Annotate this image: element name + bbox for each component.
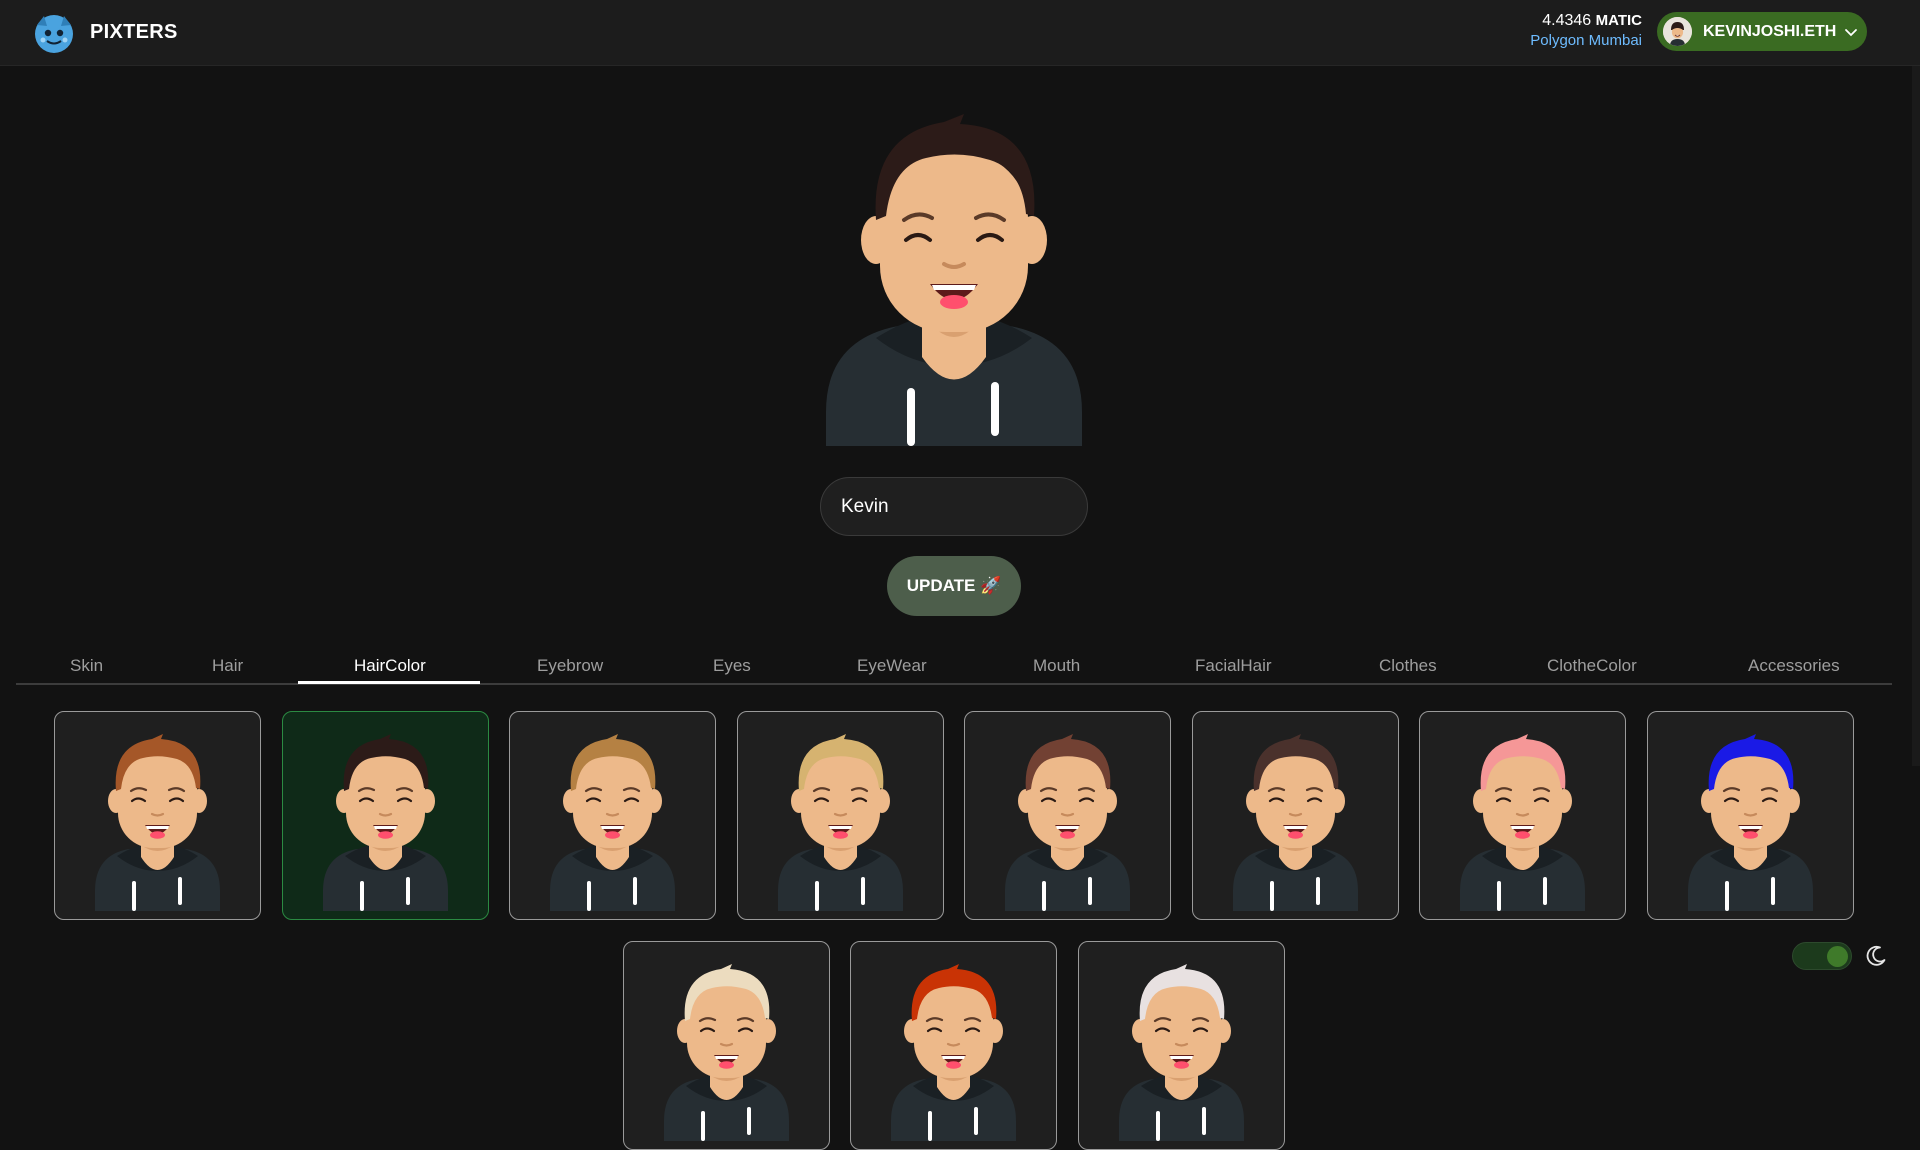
avatar (1663, 17, 1692, 46)
hair-color-option[interactable] (1419, 711, 1626, 920)
active-tab-indicator (298, 681, 480, 684)
hair-color-option[interactable] (1192, 711, 1399, 920)
hair-color-option[interactable] (850, 941, 1057, 1150)
top-navigation-bar: PIXTERS 4.4346 MATIC Polygon Mumbai KEVI… (0, 0, 1920, 66)
balance-currency: MATIC (1595, 12, 1642, 29)
page-scrollbar[interactable] (1912, 66, 1920, 766)
avatar-preview (826, 114, 1082, 446)
avatar-thumbnail (664, 964, 789, 1141)
hair-color-option[interactable] (964, 711, 1171, 920)
tab-eyewear[interactable]: EyeWear (857, 656, 927, 676)
avatar-thumbnail (323, 734, 448, 911)
tab-clothe-color[interactable]: ClotheColor (1547, 656, 1637, 676)
avatar-thumbnail (891, 964, 1016, 1141)
hair-color-option[interactable] (1647, 711, 1854, 920)
avatar-thumbnail (95, 734, 220, 911)
avatar-thumbnail (1233, 734, 1358, 911)
wallet-name: KEVINJOSHI.ETH (1703, 22, 1837, 40)
hair-color-option[interactable] (282, 711, 489, 920)
trait-tabs: Skin Hair HairColor Eyebrow Eyes EyeWear… (16, 648, 1892, 685)
avatar-thumbnail (1119, 964, 1244, 1141)
hair-color-option[interactable] (623, 941, 830, 1150)
hair-color-option[interactable] (54, 711, 261, 920)
balance-amount: 4.4346 (1542, 12, 1592, 29)
tab-facial-hair[interactable]: FacialHair (1195, 656, 1272, 676)
avatar-thumbnail (1005, 734, 1130, 911)
chevron-down-icon (1845, 28, 1858, 36)
update-button[interactable]: UPDATE 🚀 (887, 556, 1021, 616)
pixters-logo-icon[interactable] (31, 11, 77, 55)
hair-color-option[interactable] (737, 711, 944, 920)
moon-icon[interactable] (1864, 944, 1888, 968)
tab-mouth[interactable]: Mouth (1033, 656, 1080, 676)
hair-color-option[interactable] (1078, 941, 1285, 1150)
wallet-balance: 4.4346 MATIC Polygon Mumbai (1530, 12, 1642, 49)
tab-skin[interactable]: Skin (70, 656, 103, 676)
brand-name[interactable]: PIXTERS (90, 21, 178, 44)
tab-eyes[interactable]: Eyes (713, 656, 751, 676)
wallet-account-button[interactable]: KEVINJOSHI.ETH (1657, 12, 1867, 51)
hair-color-option[interactable] (509, 711, 716, 920)
tab-accessories[interactable]: Accessories (1748, 656, 1840, 676)
tab-hair[interactable]: Hair (212, 656, 243, 676)
network-name: Polygon Mumbai (1530, 32, 1642, 49)
toggle-knob (1827, 946, 1848, 967)
tab-hair-color[interactable]: HairColor (354, 656, 426, 676)
tab-clothes[interactable]: Clothes (1379, 656, 1437, 676)
avatar-thumbnail (550, 734, 675, 911)
avatar-thumbnail (1688, 734, 1813, 911)
avatar-name-input[interactable] (820, 477, 1088, 536)
avatar-thumbnail (778, 734, 903, 911)
avatar-thumbnail (1460, 734, 1585, 911)
tab-eyebrow[interactable]: Eyebrow (537, 656, 603, 676)
theme-toggle[interactable] (1792, 942, 1852, 970)
